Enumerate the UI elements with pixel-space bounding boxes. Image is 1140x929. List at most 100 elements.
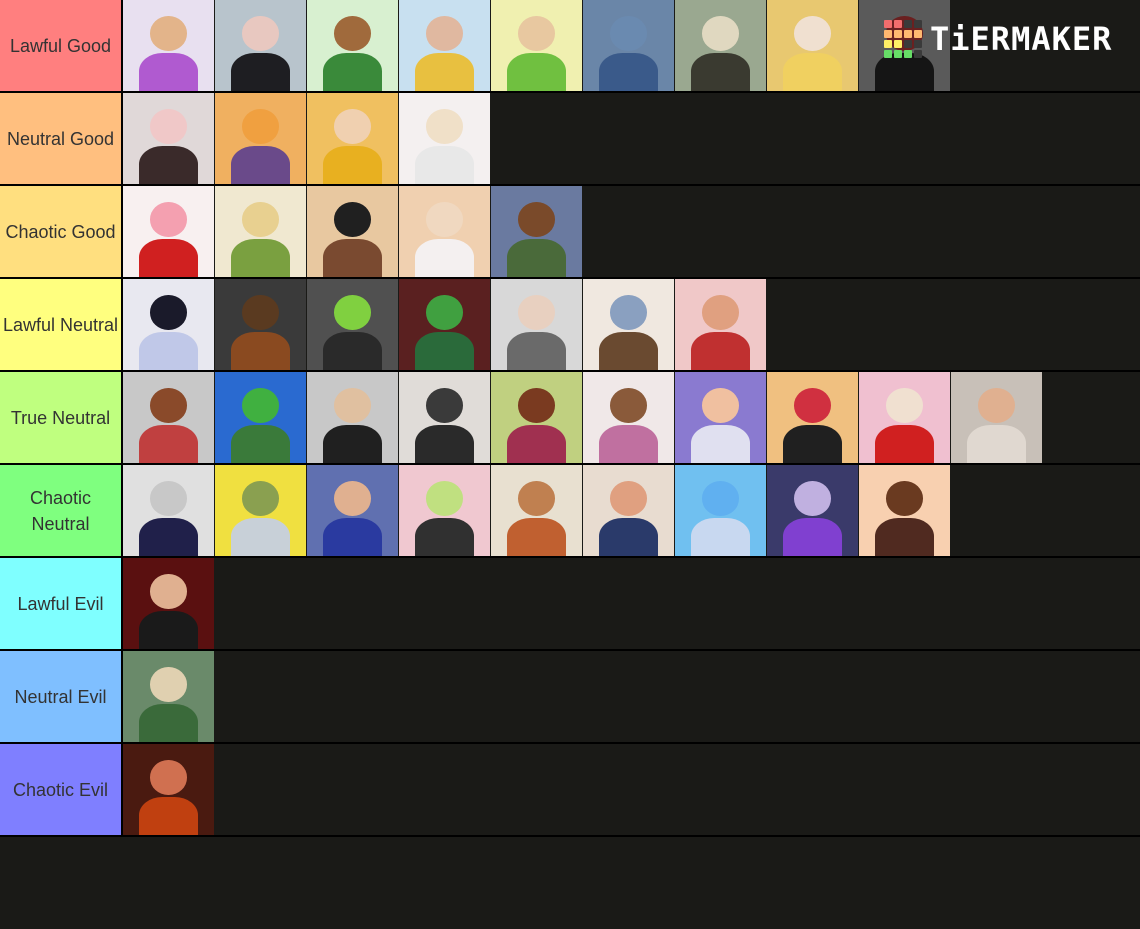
tier-item-image[interactable]	[399, 279, 490, 370]
tier-row: Lawful Neutral	[0, 279, 1140, 372]
character-body	[507, 331, 566, 370]
tier-item-image[interactable]	[399, 93, 490, 184]
tier-item-image[interactable]	[399, 186, 490, 277]
tier-item-image[interactable]	[307, 0, 398, 91]
character-head	[610, 295, 647, 330]
character-body	[875, 52, 934, 91]
tier-item-image[interactable]	[215, 186, 306, 277]
tier-item-image[interactable]	[307, 93, 398, 184]
tier-item-image[interactable]	[215, 93, 306, 184]
tier-item-image[interactable]	[123, 651, 214, 742]
character-body	[415, 238, 474, 277]
tier-label[interactable]: Chaotic Neutral	[0, 465, 123, 556]
character-body	[231, 331, 290, 370]
tier-label[interactable]: Neutral Evil	[0, 651, 123, 742]
tier-item-image[interactable]	[767, 465, 858, 556]
tier-item-image[interactable]	[215, 0, 306, 91]
character-head	[426, 481, 463, 516]
tier-item-image[interactable]	[123, 93, 214, 184]
tier-label[interactable]: Lawful Neutral	[0, 279, 123, 370]
tier-item-image[interactable]	[583, 279, 674, 370]
tier-item-image[interactable]	[859, 372, 950, 463]
character-body	[507, 52, 566, 91]
tier-item-image[interactable]	[123, 744, 214, 835]
tiermaker-logo[interactable]: TiERMAKER	[884, 20, 1112, 58]
tier-item-image[interactable]	[307, 372, 398, 463]
tier-item-image[interactable]	[123, 372, 214, 463]
character-head	[610, 388, 647, 423]
character-head	[150, 574, 187, 609]
character-head	[150, 760, 187, 795]
tier-item-image[interactable]	[123, 465, 214, 556]
logo-text: TiERMAKER	[930, 20, 1113, 58]
character-body	[323, 517, 382, 556]
tier-item-image[interactable]	[767, 372, 858, 463]
tier-label[interactable]: Neutral Good	[0, 93, 123, 184]
tier-item-image[interactable]	[675, 0, 766, 91]
character-body	[415, 517, 474, 556]
tier-row: Neutral Evil	[0, 651, 1140, 744]
tier-item-image[interactable]	[399, 0, 490, 91]
tier-row: Neutral Good	[0, 93, 1140, 186]
tier-item-image[interactable]	[399, 465, 490, 556]
character-body	[139, 796, 198, 835]
tier-row: Lawful Evil	[0, 558, 1140, 651]
tier-item-image[interactable]	[491, 186, 582, 277]
character-body	[507, 517, 566, 556]
tier-item-image[interactable]	[491, 372, 582, 463]
tier-item-image[interactable]	[491, 0, 582, 91]
character-body	[323, 52, 382, 91]
character-body	[139, 145, 198, 184]
tier-item-image[interactable]	[675, 279, 766, 370]
character-head	[150, 109, 187, 144]
tier-item-image[interactable]	[583, 0, 674, 91]
character-head	[886, 481, 923, 516]
tier-item-image[interactable]	[123, 279, 214, 370]
tier-item-image[interactable]	[675, 465, 766, 556]
tier-item-image[interactable]	[583, 465, 674, 556]
tier-item-image[interactable]	[675, 372, 766, 463]
character-body	[139, 238, 198, 277]
tier-items	[123, 465, 1053, 556]
tier-item-image[interactable]	[583, 372, 674, 463]
character-head	[334, 109, 371, 144]
tier-item-image[interactable]	[123, 558, 214, 649]
tier-label[interactable]: True Neutral	[0, 372, 123, 463]
tier-item-image[interactable]	[491, 465, 582, 556]
tier-item-image[interactable]	[859, 465, 950, 556]
tier-item-image[interactable]	[307, 465, 398, 556]
character-head	[518, 481, 555, 516]
logo-square	[884, 40, 892, 48]
logo-square	[904, 40, 912, 48]
tier-item-image[interactable]	[215, 465, 306, 556]
character-head	[242, 481, 279, 516]
tier-label[interactable]: Lawful Good	[0, 0, 123, 91]
tier-item-image[interactable]	[767, 0, 858, 91]
logo-square	[914, 20, 922, 28]
logo-square	[884, 30, 892, 38]
tier-item-image[interactable]	[399, 372, 490, 463]
tier-label[interactable]: Chaotic Good	[0, 186, 123, 277]
character-head	[702, 481, 739, 516]
tier-item-image[interactable]	[307, 279, 398, 370]
tier-label[interactable]: Lawful Evil	[0, 558, 123, 649]
tier-item-image[interactable]	[215, 279, 306, 370]
character-body	[139, 52, 198, 91]
character-head	[242, 16, 279, 51]
character-head	[610, 481, 647, 516]
character-body	[691, 517, 750, 556]
tier-item-image[interactable]	[307, 186, 398, 277]
tier-row: Chaotic Neutral	[0, 465, 1140, 558]
tier-item-image[interactable]	[215, 372, 306, 463]
tier-item-image[interactable]	[491, 279, 582, 370]
tier-item-image[interactable]	[951, 372, 1042, 463]
tier-label[interactable]: Chaotic Evil	[0, 744, 123, 835]
character-head	[150, 667, 187, 702]
character-head	[426, 388, 463, 423]
tier-item-image[interactable]	[123, 0, 214, 91]
character-body	[139, 331, 198, 370]
character-head	[794, 16, 831, 51]
character-head	[150, 16, 187, 51]
character-head	[426, 202, 463, 237]
tier-item-image[interactable]	[123, 186, 214, 277]
